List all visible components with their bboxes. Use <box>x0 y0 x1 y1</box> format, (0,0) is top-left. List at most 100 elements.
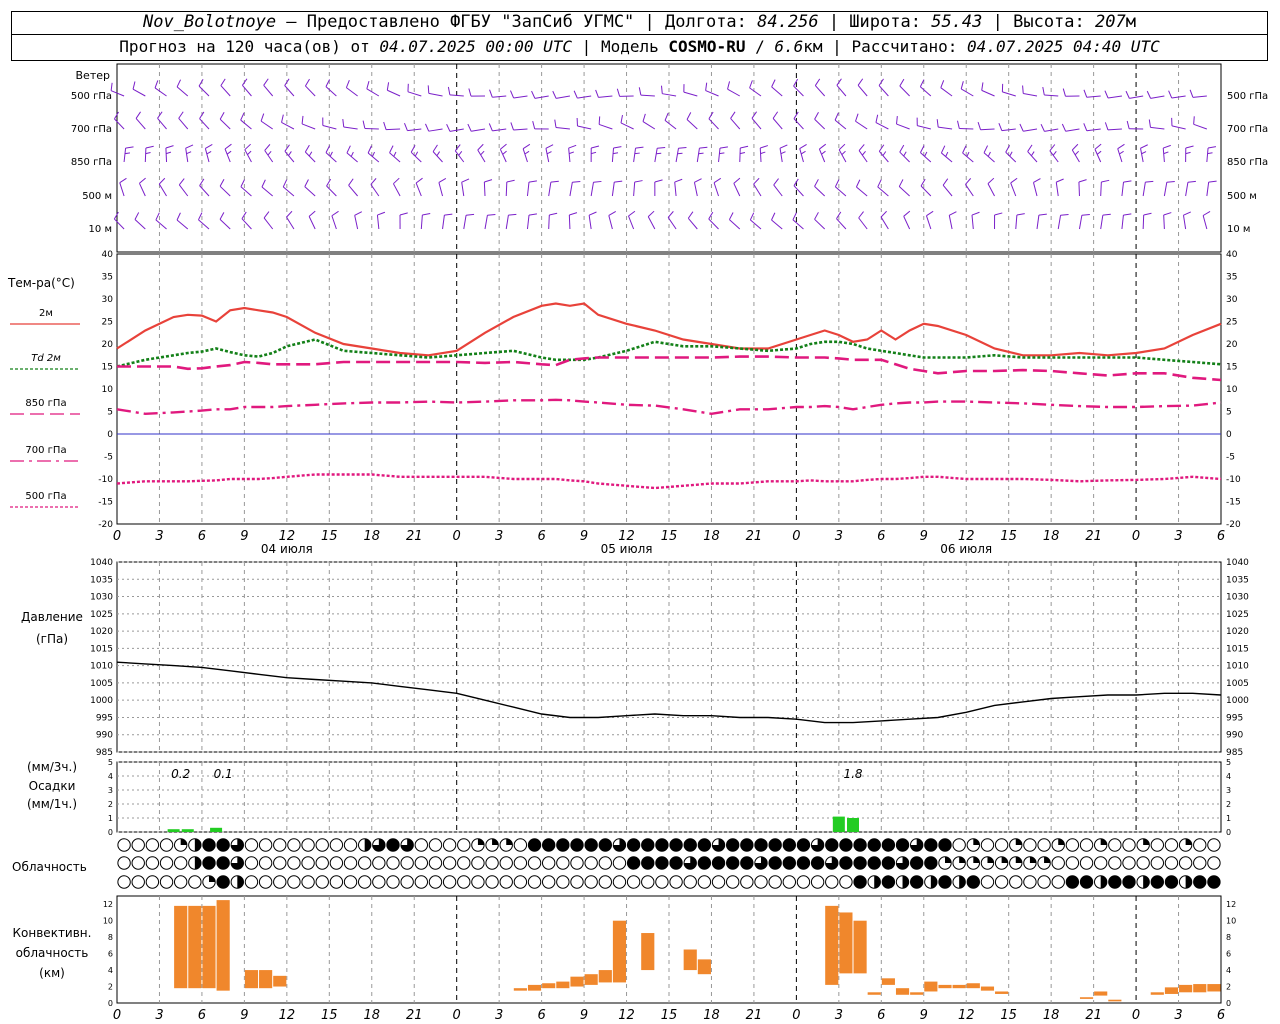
x-tick-label: 6 <box>537 1008 545 1023</box>
wind-barb-flag <box>994 212 1003 216</box>
wind-barb-staff <box>366 88 380 97</box>
cloud-symbol <box>1150 856 1165 870</box>
wind-barb-staff <box>505 215 509 230</box>
wind-barb-staff <box>878 151 889 163</box>
wind-barb-staff <box>793 85 804 97</box>
wind-barb-flag <box>814 78 821 86</box>
convective-bar <box>1207 984 1221 992</box>
wind-barb-flag <box>614 180 623 183</box>
cloud-fill-overcast <box>698 838 711 852</box>
wind-barb-staff <box>920 86 932 97</box>
wind-barb-staff <box>428 92 443 97</box>
wind-barb-flag <box>206 150 212 155</box>
wind-barb-flag <box>1022 85 1024 94</box>
wind-barb-flag <box>591 145 600 149</box>
wind-barb-flag <box>1193 116 1195 125</box>
cloud-fill-overcast <box>627 838 640 852</box>
cloud-fill-overcast <box>853 838 867 852</box>
cloud-fill-partial <box>987 856 994 863</box>
wind-barb-flag <box>727 81 731 90</box>
cloud-symbol <box>641 875 655 889</box>
wind-barb-staff <box>548 182 552 197</box>
cloud-symbol <box>428 875 443 889</box>
cloud-fill-overcast <box>825 838 838 852</box>
y-tick-label-right: 6 <box>1226 950 1231 959</box>
cloud-symbol <box>145 856 160 870</box>
wind-barb-staff <box>799 148 804 163</box>
wind-barb-staff <box>1202 215 1208 230</box>
cloud-symbol <box>414 838 429 852</box>
wind-barb-staff <box>942 184 953 197</box>
y-tick-label-left: 20 <box>102 340 114 350</box>
wind-barb-flag <box>550 180 559 183</box>
wind-barb-staff <box>204 148 210 163</box>
cloud-fill-overcast <box>839 838 853 852</box>
cloud-symbol <box>1164 856 1179 870</box>
cloud-fill-partial <box>209 875 216 882</box>
wind-barb-staff <box>442 215 445 230</box>
y-tick-label-right: 0 <box>1226 999 1231 1008</box>
y-tick-label-right: -20 <box>1226 520 1241 530</box>
cloud-symbol <box>414 875 429 889</box>
x-tick-label: 12 <box>618 1008 635 1023</box>
wind-barb-flag <box>838 143 846 151</box>
cloud-symbol <box>357 875 372 889</box>
x-tick-label: 0 <box>792 529 800 544</box>
wind-barb-staff <box>158 183 167 197</box>
wind-barb-staff <box>1010 182 1017 197</box>
wind-barb-flag <box>438 178 447 183</box>
wind-barb-flag <box>286 210 293 218</box>
wind-barb-flag <box>841 150 846 156</box>
cloud-symbol <box>457 856 471 870</box>
convective-bar <box>273 975 287 987</box>
wind-barb-staff <box>750 219 762 230</box>
wind-barb-flag <box>500 143 507 150</box>
cloud-symbol <box>159 856 174 870</box>
wind-panel: Ветер 500 гПа 500 гПа 700 гПа 700 гПа 850 гПа… <box>71 63 1268 253</box>
wind-barb-flag <box>1163 151 1169 155</box>
cloud-symbol <box>570 856 584 870</box>
cloud-symbol <box>598 875 613 889</box>
cloud-fill-overcast <box>584 838 598 852</box>
wind-barb-staff <box>134 219 146 230</box>
wind-barb-staff <box>793 118 804 130</box>
wind-barb-staff <box>705 90 719 97</box>
wind-barb-flag <box>598 116 601 125</box>
cloud-symbol <box>612 875 627 889</box>
wind-barb-staff <box>835 186 847 197</box>
wind-barb-flag <box>628 210 636 217</box>
wind-level-label-right: 850 гПа <box>1227 157 1268 168</box>
convective-bar <box>641 933 655 971</box>
x-tick-label: 15 <box>661 1008 678 1023</box>
cloud-fill-overcast <box>896 838 909 852</box>
y-tick-label-right: 985 <box>1226 748 1243 758</box>
x-tick-label: 21 <box>1085 529 1102 544</box>
wind-barb-flag <box>219 179 225 187</box>
wind-barb-flag <box>165 145 174 149</box>
convective-bar <box>556 981 570 989</box>
wind-barb-staff <box>282 186 295 197</box>
wind-barb-flag <box>508 213 517 216</box>
wind-barb-flag <box>288 151 292 156</box>
wind-barb-staff <box>110 90 125 97</box>
wind-barb-staff <box>814 85 826 97</box>
cloud-symbol <box>173 856 188 870</box>
wind-barb-staff <box>753 183 762 197</box>
wind-barb-staff <box>1142 214 1145 230</box>
cloud-symbol <box>315 856 329 870</box>
y-tick-label-right: 1035 <box>1226 575 1249 585</box>
cloud-symbol <box>442 838 457 852</box>
wind-barb-staff <box>119 182 125 197</box>
convective-bar <box>188 905 202 989</box>
wind-barb-flag <box>1117 143 1125 150</box>
cloud-fill-overcast <box>910 856 923 870</box>
convective-bar <box>1164 987 1179 994</box>
wind-barb-flag <box>1163 212 1172 216</box>
x-tick-label: 18 <box>1043 1008 1060 1023</box>
cloud-fill-partial <box>1143 875 1150 889</box>
wind-barb-flag <box>304 78 310 87</box>
cloud-symbol <box>287 856 301 870</box>
wind-barb-flag <box>386 82 390 91</box>
wind-barb-flag <box>1030 151 1035 157</box>
wind-level-label-left: 10 м <box>89 224 112 235</box>
